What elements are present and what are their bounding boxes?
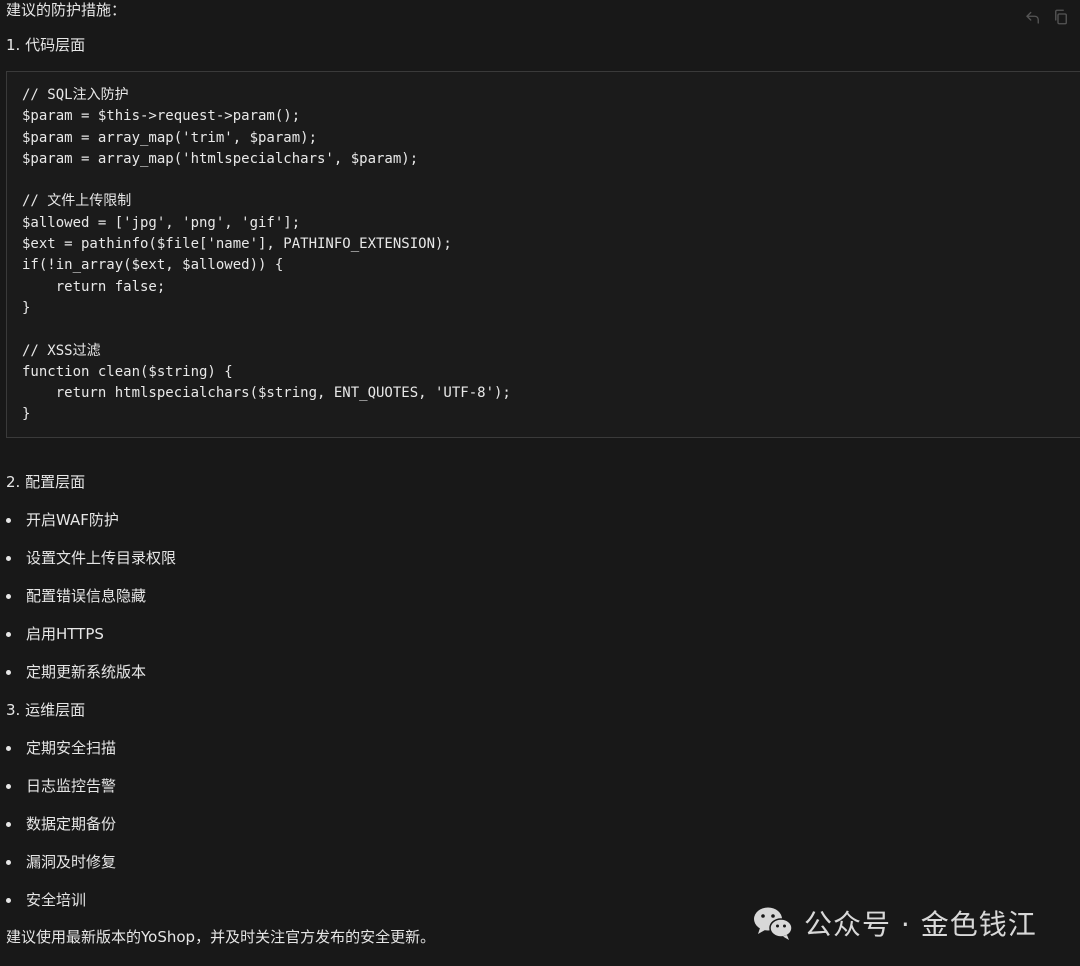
- list-item: 定期安全扫描: [6, 738, 116, 758]
- bullet-icon: [6, 631, 11, 637]
- list-item: 设置文件上传目录权限: [6, 548, 176, 568]
- list-item-label: 安全培训: [26, 891, 87, 909]
- list-item-label: 设置文件上传目录权限: [26, 549, 177, 567]
- undo-icon[interactable]: [1024, 8, 1042, 26]
- watermark: 公众号 · 金色钱江: [752, 900, 1037, 946]
- list-item: 日志监控告警: [6, 776, 116, 796]
- code-line: $param = array_map('htmlspecialchars', $…: [22, 150, 419, 167]
- summary-text: 建议使用最新版本的YoShop，并及时关注官方发布的安全更新。: [6, 928, 436, 946]
- code-line: return false;: [22, 278, 166, 295]
- intro-text: 建议的防护措施：: [6, 1, 127, 19]
- list-item: 开启WAF防护: [6, 510, 119, 530]
- bullet-icon: [6, 859, 11, 865]
- list-item-label: 定期更新系统版本: [26, 663, 147, 681]
- top-right-actions: [1024, 8, 1070, 26]
- code-line: }: [22, 406, 31, 423]
- copy-icon[interactable]: [1052, 8, 1070, 26]
- bullet-icon: [6, 897, 11, 903]
- list-item-label: 数据定期备份: [26, 815, 117, 833]
- list-item-label: 配置错误信息隐藏: [26, 587, 147, 605]
- list-item: 数据定期备份: [6, 814, 116, 834]
- section-title-code: 1. 代码层面: [6, 36, 86, 54]
- bullet-icon: [6, 745, 11, 751]
- list-item: 安全培训: [6, 890, 86, 910]
- list-item: 漏洞及时修复: [6, 852, 116, 872]
- wechat-icon: [754, 907, 793, 940]
- bullet-icon: [6, 555, 11, 561]
- bullet-icon: [6, 669, 11, 675]
- code-line: }: [22, 299, 31, 316]
- code-line: // SQL注入防护: [22, 87, 129, 103]
- code-line: return htmlspecialchars($string, ENT_QUO…: [22, 385, 511, 402]
- list-item: 配置错误信息隐藏: [6, 586, 146, 606]
- code-block: // SQL注入防护 $param = $this->request->para…: [6, 71, 1080, 438]
- list-item-label: 启用HTTPS: [26, 625, 104, 643]
- list-item-label: 定期安全扫描: [26, 739, 117, 757]
- watermark-text: 公众号 · 金色钱江: [804, 908, 1037, 941]
- code-line: function clean($string) {: [22, 363, 233, 380]
- list-item-label: 开启WAF防护: [26, 511, 119, 529]
- code-line: $ext = pathinfo($file['name'], PATHINFO_…: [22, 236, 452, 253]
- list-item: 启用HTTPS: [6, 624, 104, 644]
- bullet-icon: [6, 593, 11, 599]
- section-title-ops: 3. 运维层面: [6, 701, 86, 719]
- code-line: $param = $this->request->param();: [22, 108, 301, 125]
- code-line: // 文件上传限制: [22, 193, 132, 210]
- list-item-label: 漏洞及时修复: [26, 853, 117, 871]
- bullet-icon: [6, 783, 11, 789]
- bullet-icon: [6, 517, 11, 523]
- code-line: // XSS过滤: [22, 342, 101, 359]
- code-lines: // SQL注入防护 $param = $this->request->para…: [22, 85, 511, 426]
- list-item: 定期更新系统版本: [6, 662, 146, 682]
- list-item-label: 日志监控告警: [26, 777, 117, 795]
- bullet-icon: [6, 821, 11, 827]
- code-line: $param = array_map('trim', $param);: [22, 129, 318, 146]
- code-line: if(!in_array($ext, $allowed)) {: [22, 257, 284, 274]
- section-title-config: 2. 配置层面: [6, 473, 86, 491]
- code-line: $allowed = ['jpg', 'png', 'gif'];: [22, 214, 301, 231]
